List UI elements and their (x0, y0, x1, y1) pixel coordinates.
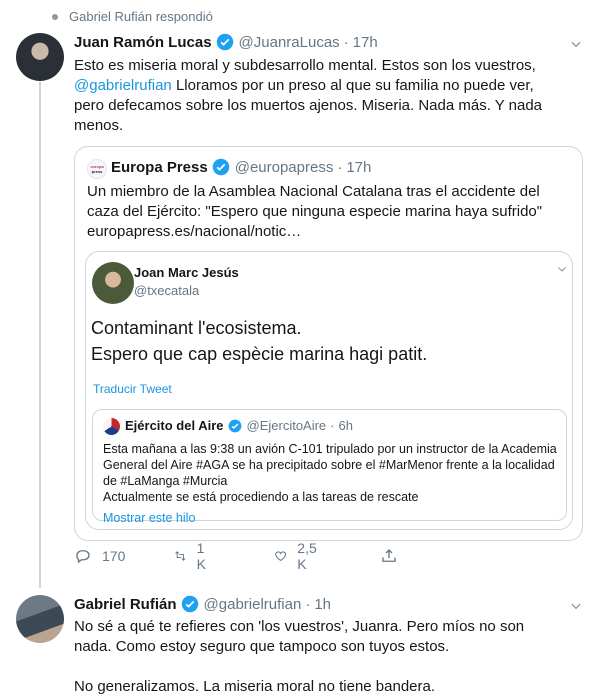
verified-icon (228, 419, 241, 432)
tweet-line: caza del Ejército: "Espero que ninguna e… (87, 203, 543, 220)
tweet-line: @gabrielrufian Lloramos por un preso al … (74, 76, 542, 96)
show-thread-link[interactable]: Mostrar este hilo (103, 511, 195, 525)
verified-icon (181, 595, 198, 613)
nested-quoted-tweet-card[interactable]: Ejército del Aire @EjercitoAire · 6h Est… (92, 409, 567, 525)
tweet-line: Esto es miseria moral y subdesarrollo me… (74, 57, 536, 74)
ejercito-aire-logo (103, 418, 120, 435)
tweet-line: Contaminant l'ecosistema. (91, 318, 302, 338)
reply-button[interactable]: 170 (74, 547, 125, 565)
author-handle[interactable]: @europapress (235, 159, 334, 176)
tweet-time[interactable]: 17h (346, 159, 371, 176)
separator-dot: · (305, 595, 311, 613)
nested-header: Ejército del Aire @EjercitoAire · 6h (125, 418, 353, 433)
tweet-time[interactable]: 17h (353, 34, 378, 51)
mention-link[interactable]: @gabrielrufian (74, 77, 172, 94)
tweet-line: Un miembro de la Asamblea Nacional Catal… (87, 183, 540, 200)
reply-context: Gabriel Rufián respondió (49, 9, 213, 24)
like-icon (275, 551, 287, 562)
share-icon (382, 549, 396, 562)
embedded-tweet-card[interactable]: Joan Marc Jesús @txecatala Contaminant l… (85, 251, 573, 530)
retweet-icon (52, 13, 58, 20)
reply-icon (76, 550, 90, 564)
tweet-text: No sé a qué te refieres con 'los vuestro… (74, 617, 524, 697)
tweet-line: nada. Como estoy seguro que tampoco son … (74, 638, 450, 655)
translate-tweet-link[interactable]: Traducir Tweet (93, 382, 172, 396)
logo-text: press (91, 169, 103, 174)
tweet-line: Esta mañana a las 9:38 un avión C-101 tr… (103, 442, 557, 456)
tweet-header: Gabriel Rufián @gabrielrufian · 1h (74, 595, 331, 613)
separator-dot: · (343, 33, 349, 51)
author-handle[interactable]: @JuanraLucas (239, 34, 340, 51)
retweet-icon (175, 551, 186, 561)
tweet-line: Espero que cap espècie marina hagi patit… (91, 344, 428, 364)
author-name[interactable]: Gabriel Rufián (74, 596, 177, 613)
tweet-line: pero defecamos sobre los muertos ajenos.… (74, 97, 543, 114)
share-button[interactable] (380, 547, 398, 565)
author-handle[interactable]: @gabrielrufian (204, 596, 302, 613)
embedded-tweet-text: Contaminant l'ecosistema. Espero que cap… (91, 315, 427, 367)
verified-icon (212, 158, 229, 176)
verified-icon (216, 33, 233, 51)
separator-dot: · (330, 418, 335, 433)
tweet-time[interactable]: 6h (339, 418, 353, 433)
embedded-author-name[interactable]: Joan Marc Jesús (134, 265, 239, 280)
tweet-header: Juan Ramón Lucas @JuanraLucas · 17h (74, 33, 378, 51)
separator-dot: · (337, 158, 343, 176)
chevron-down-icon[interactable] (569, 599, 583, 613)
chevron-down-icon[interactable] (569, 37, 583, 51)
tweet-line-rest: Lloramos por un preso al que su familia … (171, 77, 534, 94)
thread-line (39, 82, 41, 588)
reply-context-text: Gabriel Rufián respondió (69, 9, 213, 24)
avatar[interactable] (16, 595, 64, 643)
quoted-tweet-card[interactable]: europa press Europa Press @europapress ·… (74, 146, 583, 541)
tweet-line: Actualmente se está procediendo a las ta… (103, 490, 419, 504)
tweet-line: No generalizamos. La miseria moral no ti… (74, 678, 436, 695)
tweet-line: General del Aire #AGA se ha precipitado … (103, 458, 555, 472)
author-name[interactable]: Juan Ramón Lucas (74, 34, 212, 51)
avatar[interactable] (16, 33, 64, 81)
tweet-line: No sé a qué te refieres con 'los vuestro… (74, 618, 525, 635)
avatar[interactable] (92, 262, 134, 304)
quote-header: Europa Press @europapress · 17h (111, 158, 371, 176)
tweet-time[interactable]: 1h (314, 596, 331, 613)
line-spacer (74, 657, 524, 677)
author-handle[interactable]: @EjercitoAire (247, 418, 327, 433)
author-name[interactable]: Europa Press (111, 159, 208, 176)
author-name[interactable]: Ejército del Aire (125, 418, 224, 433)
tweet-line: menos. (74, 117, 124, 134)
like-count: 2,5 K (297, 540, 317, 572)
retweet-button[interactable]: 1 K (174, 540, 211, 572)
tweet-line: de #LaManga #Murcia (103, 474, 228, 488)
reply-count: 170 (102, 548, 126, 564)
tweet-text: Esto es miseria moral y subdesarrollo me… (74, 56, 542, 136)
link-text[interactable]: europapress.es/nacional/notic… (87, 222, 542, 242)
embedded-author-handle[interactable]: @txecatala (134, 283, 199, 298)
like-button[interactable]: 2,5 K (274, 540, 321, 572)
retweet-count: 1 K (196, 540, 206, 572)
europa-press-logo: europa press (87, 159, 107, 179)
chevron-down-icon[interactable] (556, 263, 568, 275)
quote-text: Un miembro de la Asamblea Nacional Catal… (87, 182, 542, 242)
nested-tweet-text: Esta mañana a las 9:38 un avión C-101 tr… (103, 441, 558, 505)
